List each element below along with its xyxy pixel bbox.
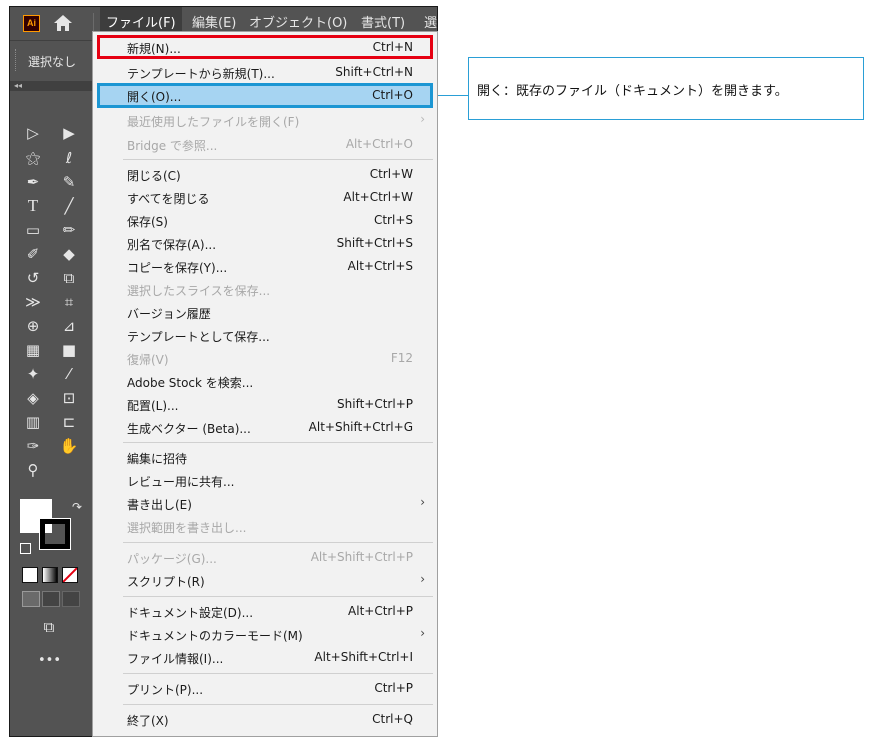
control-bar: 選択なし — [10, 40, 96, 81]
menu-item-place[interactable]: 配置(L)... Shift+Ctrl+P — [93, 393, 437, 416]
eyedropper-tool-icon[interactable]: ⁄ — [58, 364, 80, 384]
draw-inside-icon[interactable] — [62, 591, 80, 607]
menu-item-version-history[interactable]: バージョン履歴 — [93, 301, 437, 324]
column-graph-tool-icon[interactable]: ▥ — [22, 412, 44, 432]
direct-selection-tool-icon[interactable]: ▶ — [58, 123, 80, 143]
rotate-tool-icon[interactable]: ↺ — [22, 268, 44, 288]
blend-tool-icon[interactable]: ◈ — [22, 388, 44, 408]
scale-tool-icon[interactable]: ⧉ — [58, 268, 80, 288]
submenu-arrow-icon: › — [420, 112, 425, 126]
menu-item-document-setup[interactable]: ドキュメント設定(D)... Alt+Ctrl+P — [93, 600, 437, 623]
eraser-tool-icon[interactable]: ◆ — [58, 244, 80, 264]
zoom-tool-icon[interactable]: ⚲ — [22, 460, 44, 480]
menu-item-close[interactable]: 閉じる(C) Ctrl+W — [93, 163, 437, 186]
menu-item-invite-to-edit[interactable]: 編集に招待 — [93, 446, 437, 469]
menu-separator — [123, 442, 433, 443]
lasso-tool-icon[interactable]: ℓ — [58, 148, 80, 168]
magic-wand-tool-icon[interactable]: ⚝ — [22, 148, 44, 168]
menu-separator — [123, 159, 433, 160]
selection-status: 選択なし — [28, 55, 77, 69]
selection-tool-icon[interactable]: ▷ — [22, 123, 44, 143]
pen-tool-icon[interactable]: ✒ — [22, 172, 44, 192]
submenu-arrow-icon: › — [420, 572, 425, 586]
file-menu: 新規(N)... Ctrl+N テンプレートから新規(T)... Shift+Ctr… — [92, 31, 438, 737]
menu-separator — [123, 673, 433, 674]
menu-item-search-adobe-stock[interactable]: Adobe Stock を検索... — [93, 370, 437, 393]
menu-item-export[interactable]: 書き出し(E) › — [93, 492, 437, 515]
menu-item-close-all[interactable]: すべてを閉じる Alt+Ctrl+W — [93, 186, 437, 209]
more-tools-icon[interactable]: ••• — [38, 651, 61, 671]
shaper-tool-icon[interactable]: ✐ — [22, 244, 44, 264]
stroke-color-swatch[interactable] — [39, 518, 71, 550]
line-segment-tool-icon[interactable]: ╱ — [58, 196, 80, 216]
type-tool-icon[interactable]: T — [22, 196, 44, 216]
hand-tool-icon[interactable]: ✋ — [58, 436, 80, 456]
free-transform-tool-icon[interactable]: ⌗ — [58, 292, 80, 312]
symbol-sprayer-tool-icon[interactable]: ✦ — [22, 364, 44, 384]
callout-text: 開く：既存のファイル（ドキュメント）を開きます。 — [477, 84, 788, 99]
gradient-fill-icon[interactable] — [42, 567, 58, 583]
home-icon[interactable] — [53, 14, 73, 32]
menu-item-save-selected-slices[interactable]: 選択したスライスを保存... — [93, 278, 437, 301]
paintbrush-tool-icon[interactable]: ✏ — [58, 220, 80, 240]
menu-separator — [123, 704, 433, 705]
menu-item-save[interactable]: 保存(S) Ctrl+S — [93, 209, 437, 232]
draw-normal-icon[interactable] — [22, 591, 40, 607]
menu-item-export-selection[interactable]: 選択範囲を書き出し... — [93, 515, 437, 538]
menu-item-open-recent[interactable]: 最近使用したファイルを開く(F) › — [93, 109, 437, 132]
panel-grip[interactable] — [15, 49, 18, 71]
menu-item-revert[interactable]: 復帰(V) F12 — [93, 347, 437, 370]
none-fill-icon[interactable] — [62, 567, 78, 583]
menu-item-package[interactable]: パッケージ(G)... Alt+Shift+Ctrl+P — [93, 546, 437, 569]
shape-builder-tool-icon[interactable]: ⊕ — [22, 316, 44, 336]
artboard-tool-icon[interactable]: ⊡ — [58, 388, 80, 408]
eraser-pencil-tool-icon[interactable]: ✑ — [22, 436, 44, 456]
menu-item-share-for-review[interactable]: レビュー用に共有... — [93, 469, 437, 492]
rectangle-tool-icon[interactable]: ▭ — [22, 220, 44, 240]
perspective-grid-tool-icon[interactable]: ⊿ — [58, 316, 80, 336]
menu-item-save-as[interactable]: 別名で保存(A)... Shift+Ctrl+S — [93, 232, 437, 255]
curvature-tool-icon[interactable]: ✎ — [58, 172, 80, 192]
new-highlight-box — [97, 35, 433, 59]
menu-item-scripts[interactable]: スクリプト(R) › — [93, 569, 437, 592]
menu-item-file-info[interactable]: ファイル情報(I)... Alt+Shift+Ctrl+I — [93, 646, 437, 669]
menu-item-new-from-template[interactable]: テンプレートから新規(T)... Shift+Ctrl+N — [93, 61, 437, 84]
menu-item-document-color-mode[interactable]: ドキュメントのカラーモード(M) › — [93, 623, 437, 646]
app-logo: Ai — [23, 15, 40, 32]
default-colors-icon[interactable] — [20, 543, 31, 554]
color-fill-icon[interactable] — [22, 567, 38, 583]
menu-item-print[interactable]: プリント(P)... Ctrl+P — [93, 677, 437, 700]
menu-separator — [123, 542, 433, 543]
menu-item-open-label-overlay[interactable]: 開く(O)... Ctrl+O — [93, 84, 437, 107]
swap-colors-icon[interactable]: ↷ — [66, 497, 88, 517]
callout-box: 開く：既存のファイル（ドキュメント）を開きます。 — [468, 57, 864, 120]
menu-item-browse-bridge[interactable]: Bridge で参照... Alt+Ctrl+O — [93, 133, 437, 156]
callout-connector — [438, 95, 469, 96]
submenu-arrow-icon: › — [420, 495, 425, 509]
menu-item-save-copy[interactable]: コピーを保存(Y)... Alt+Ctrl+S — [93, 255, 437, 278]
slice-tool-icon[interactable]: ⊏ — [58, 412, 80, 432]
tools-panel-header[interactable]: ◂◂ — [10, 81, 96, 91]
menu-item-exit[interactable]: 終了(X) Ctrl+Q — [93, 708, 437, 731]
menu-separator — [123, 596, 433, 597]
submenu-arrow-icon: › — [420, 626, 425, 640]
tools-panel: ◂◂ ▷ ▶ ⚝ ℓ ✒ ✎ T ╱ ▭ ✏ ✐ ◆ ↺ ⧉ ≫ ⌗ ⊕ ⊿ ▦… — [10, 81, 96, 736]
menu-item-save-as-template[interactable]: テンプレートとして保存... — [93, 324, 437, 347]
draw-behind-icon[interactable] — [42, 591, 60, 607]
screen-mode-icon[interactable]: ⧉ — [38, 617, 60, 637]
menu-item-generate-vectors[interactable]: 生成ベクター (Beta)... Alt+Shift+Ctrl+G — [93, 416, 437, 439]
mesh-tool-icon[interactable]: ▦ — [22, 340, 44, 360]
width-tool-icon[interactable]: ≫ — [22, 292, 44, 312]
gradient-tool-icon[interactable]: ■ — [58, 340, 80, 360]
